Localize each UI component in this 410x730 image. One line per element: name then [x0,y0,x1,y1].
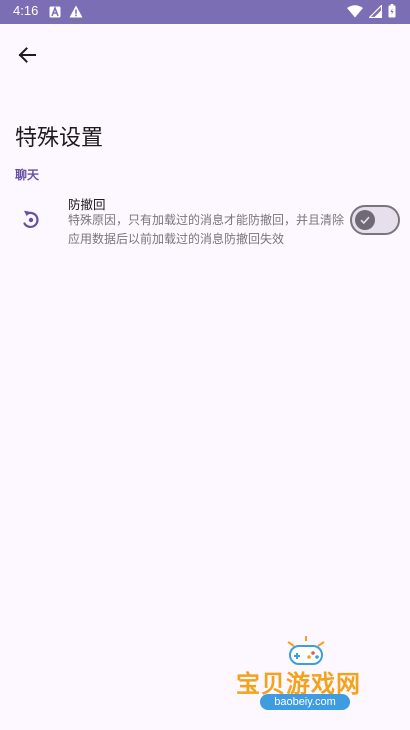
undo-rotate-icon [18,208,42,232]
status-bar: 4:16 [0,0,410,24]
arrow-back-icon [18,46,36,68]
watermark: 宝贝游戏网 baobeiy.com [232,632,380,724]
wifi-icon [347,3,363,22]
anti-recall-toggle[interactable] [350,205,400,235]
a-icon [49,3,61,22]
cellular-icon [368,3,383,22]
section-header-chat: 聊天 [15,168,40,182]
page-title: 特殊设置 [15,126,104,151]
toggle-thumb [355,210,375,230]
watermark-url: baobeiy.com [260,694,350,710]
setting-item-anti-recall[interactable]: 防撤回 特殊原因，只有加载过的消息才能防撤回，并且清除应用数据后以前加载过的消息… [0,188,410,254]
back-button[interactable] [10,40,44,74]
status-left-icons [49,5,83,19]
status-time: 4:16 [13,3,39,18]
status-right-icons [347,3,396,22]
check-icon [359,211,371,230]
battery-icon [388,3,396,22]
setting-description: 特殊原因，只有加载过的消息才能防撤回，并且清除应用数据后以前加载过的消息防撤回失… [68,213,345,246]
warning-icon [69,3,83,22]
